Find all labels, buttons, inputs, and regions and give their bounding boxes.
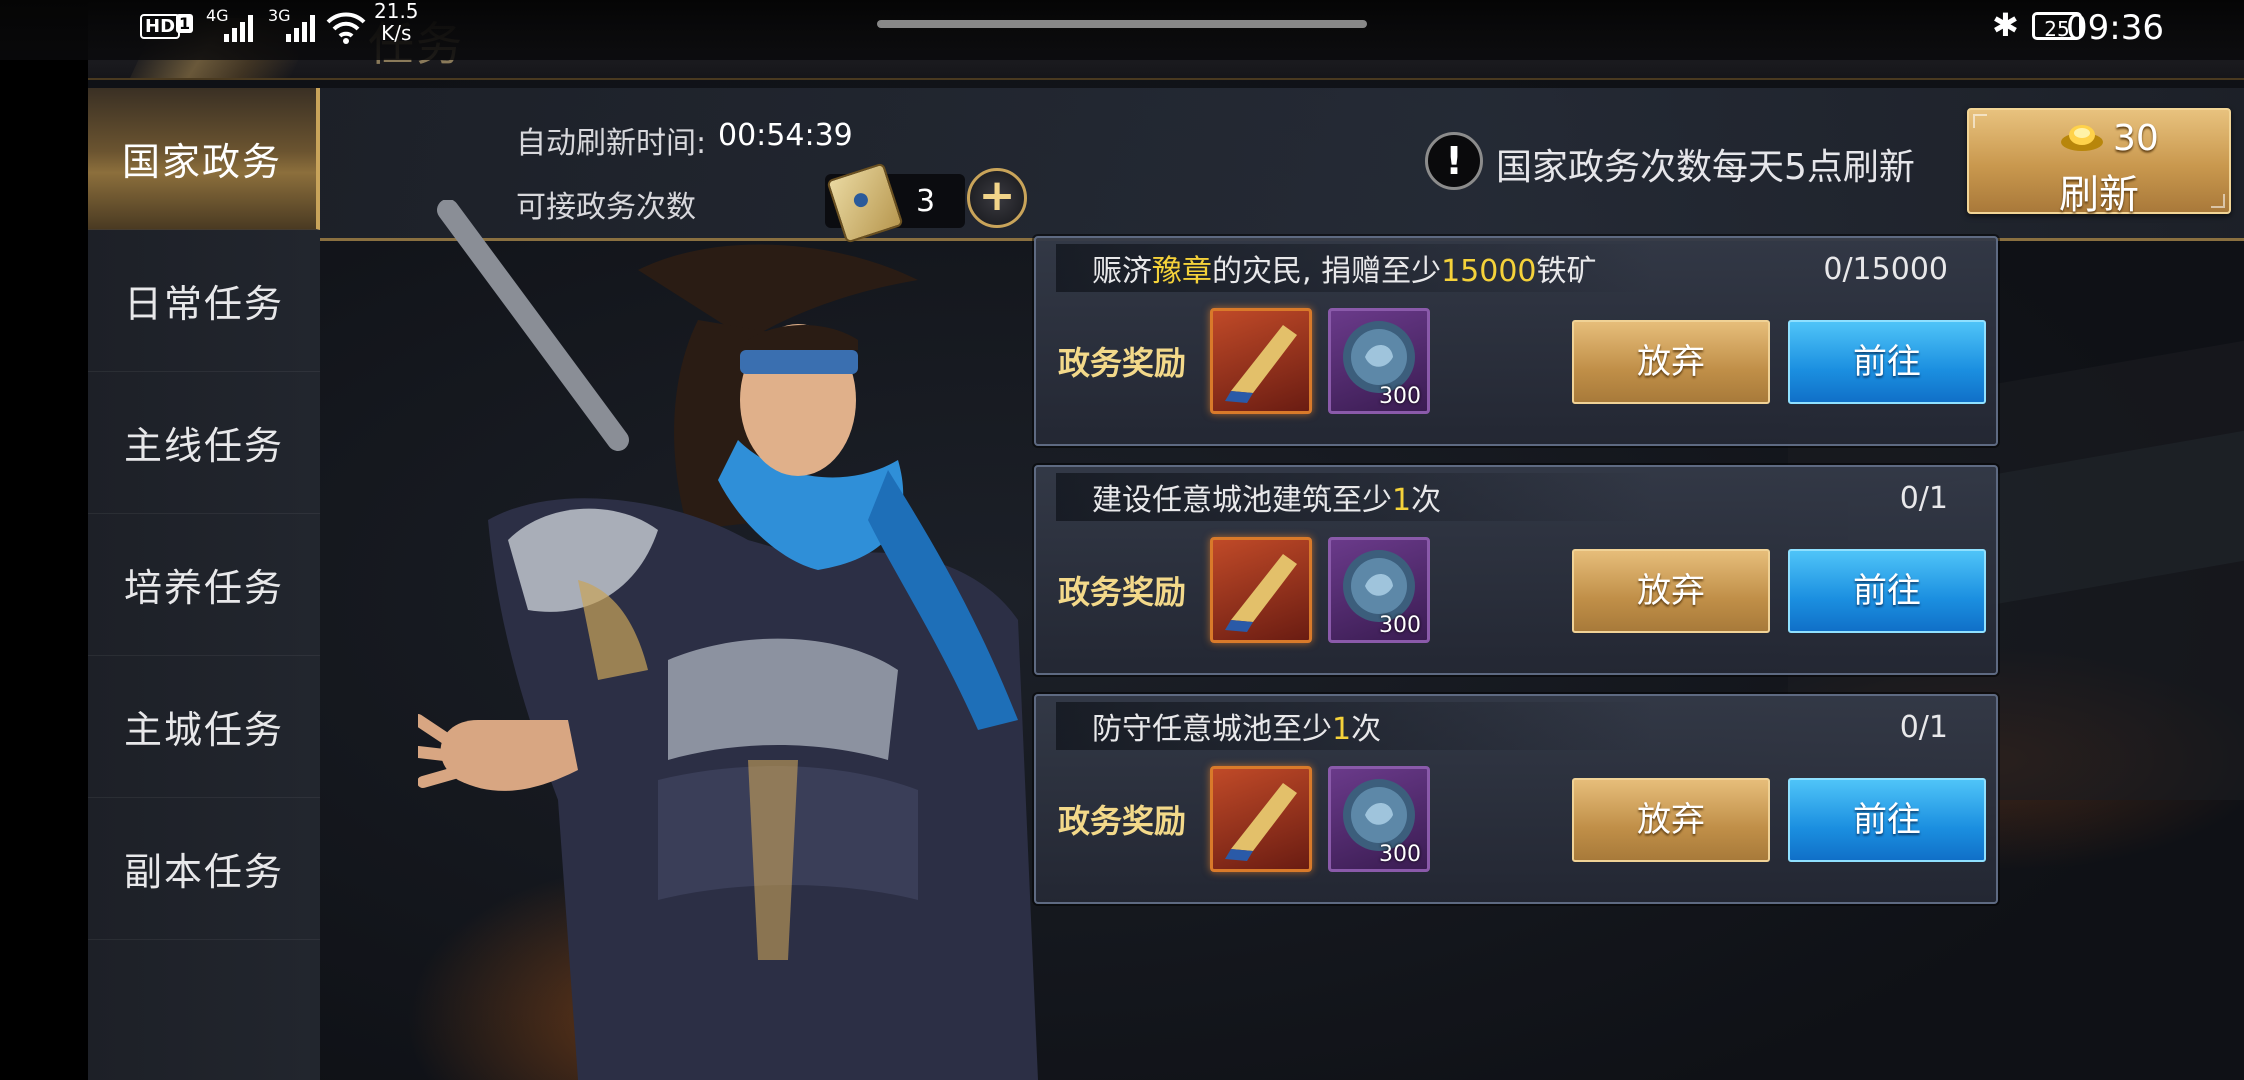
task-card: 赈济豫章的灾民, 捐赠至少15000铁矿 0/15000 政务奖励 300 放弃… (1034, 236, 1998, 446)
sidebar: 国家政务 日常任务 主线任务 培养任务 主城任务 副本任务 (88, 88, 320, 1080)
coin-reward-icon[interactable]: 300 (1328, 537, 1430, 643)
task-progress: 0/15000 (1823, 252, 1948, 287)
horn-reward-icon[interactable] (1210, 308, 1312, 414)
sidebar-item-training-tasks[interactable]: 培养任务 (88, 514, 320, 656)
go-button[interactable]: 前往 (1788, 778, 1986, 862)
task-card: 建设任意城池建筑至少1次 0/1 政务奖励 300 放弃 前往 (1034, 465, 1998, 675)
task-description: 赈济豫章的灾民, 捐赠至少15000铁矿 (1092, 254, 1597, 289)
sidebar-item-daily-tasks[interactable]: 日常任务 (88, 230, 320, 372)
task-progress: 0/1 (1899, 710, 1948, 745)
status-bar: HD 1 4G 3G 21.5 K/s ✱ 25 09:36 (0, 0, 2244, 60)
signal-icon (224, 14, 254, 42)
abandon-button[interactable]: 放弃 (1572, 549, 1770, 633)
clock: 09:36 (2066, 8, 2164, 48)
auto-refresh-countdown: 00:54:39 (718, 118, 853, 153)
signal-icon (286, 14, 316, 42)
bluetooth-icon: ✱ (1992, 6, 2019, 44)
hd-indicator: HD (140, 14, 181, 39)
go-button[interactable]: 前往 (1788, 320, 1986, 404)
reward-label: 政务奖励 (1058, 802, 1187, 840)
refresh-notice: 国家政务次数每天5点刷新 (1496, 147, 1915, 188)
gold-ingot-icon (2061, 125, 2103, 151)
coin-reward-icon[interactable]: 300 (1328, 308, 1430, 414)
coin-count: 300 (1379, 842, 1421, 867)
horn-reward-icon[interactable] (1210, 766, 1312, 872)
coin-count: 300 (1379, 384, 1421, 409)
coin-reward-icon[interactable]: 300 (1328, 766, 1430, 872)
refresh-cost: 30 (2113, 118, 2159, 159)
horn-reward-icon[interactable] (1210, 537, 1312, 643)
abandon-button[interactable]: 放弃 (1572, 320, 1770, 404)
refresh-button[interactable]: 30 刷新 (1967, 108, 2231, 218)
gesture-pill[interactable] (877, 20, 1367, 28)
game-view: 任务 国家政务 日常任务 主线任务 培养任务 主城任务 副本任务 自动刷新时间:… (88, 0, 2244, 1080)
hero-character-art (418, 200, 1038, 1080)
sidebar-item-national-affairs[interactable]: 国家政务 (88, 88, 320, 230)
screen: 任务 国家政务 日常任务 主线任务 培养任务 主城任务 副本任务 自动刷新时间:… (0, 0, 2244, 1080)
refresh-button-label: 刷新 (2059, 172, 2139, 218)
network-speed: 21.5 K/s (374, 0, 419, 45)
sim-indicator: 1 (176, 14, 194, 33)
abandon-button[interactable]: 放弃 (1572, 778, 1770, 862)
task-description: 防守任意城池至少1次 (1092, 712, 1382, 747)
sidebar-item-city-tasks[interactable]: 主城任务 (88, 656, 320, 798)
auto-refresh-label: 自动刷新时间: (516, 126, 707, 161)
corner-ornament (1973, 114, 1987, 128)
wifi-icon (326, 12, 366, 44)
reward-label: 政务奖励 (1058, 573, 1187, 611)
reward-label: 政务奖励 (1058, 344, 1187, 382)
task-description: 建设任意城池建筑至少1次 (1092, 483, 1442, 518)
sidebar-item-main-tasks[interactable]: 主线任务 (88, 372, 320, 514)
sidebar-item-dungeon-tasks[interactable]: 副本任务 (88, 798, 320, 940)
corner-ornament (2211, 194, 2225, 208)
go-button[interactable]: 前往 (1788, 549, 1986, 633)
task-card: 防守任意城池至少1次 0/1 政务奖励 300 放弃 前往 (1034, 694, 1998, 904)
coin-count: 300 (1379, 613, 1421, 638)
exclamation-icon: ! (1425, 132, 1483, 190)
task-progress: 0/1 (1899, 481, 1948, 516)
